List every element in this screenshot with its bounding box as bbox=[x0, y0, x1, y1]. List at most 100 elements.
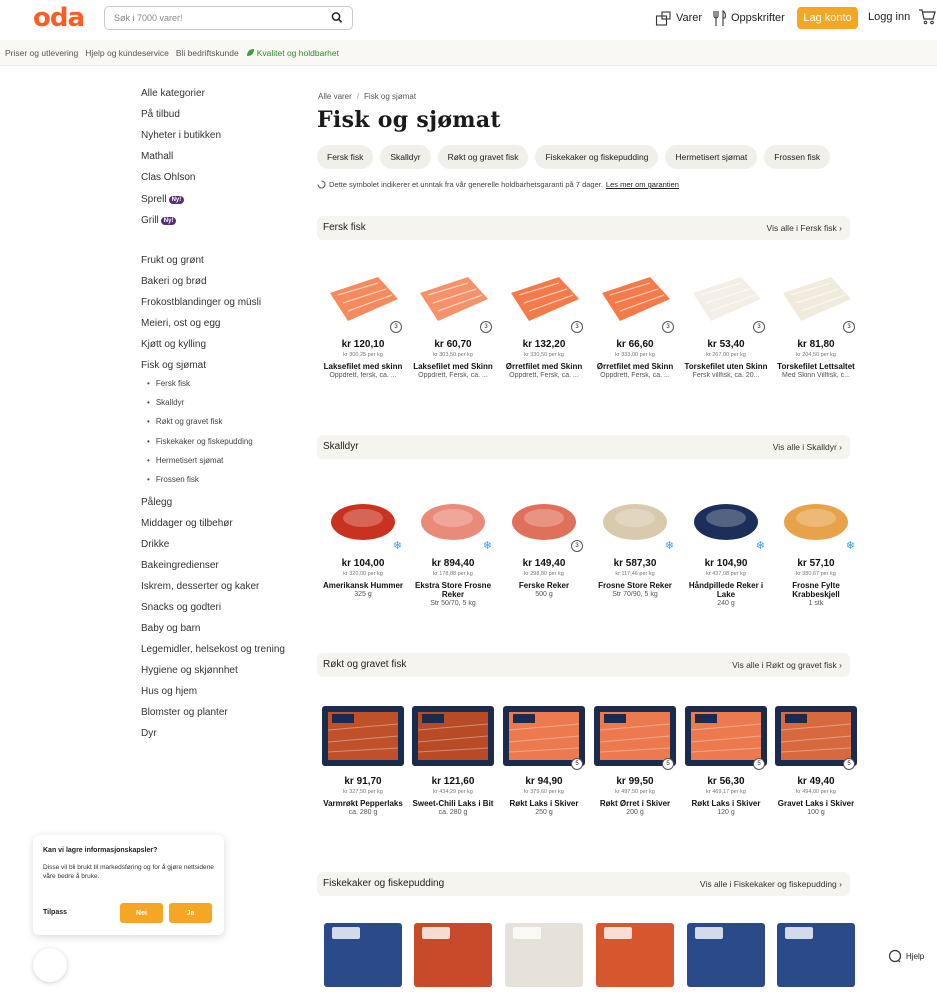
sidebar-item[interactable]: Dyr bbox=[141, 728, 157, 739]
product-card[interactable]: 3 kr 81,80 kr 204,50 per kg Torskefilet Let… bbox=[771, 263, 861, 379]
product-name[interactable]: Røkt Laks i Skiver bbox=[681, 799, 771, 808]
product-image[interactable]: 5 bbox=[771, 700, 861, 772]
category-chip[interactable]: Fersk fisk bbox=[317, 145, 374, 169]
sidebar-item[interactable]: Fisk og sjømat bbox=[141, 360, 206, 371]
product-image[interactable]: ❄ bbox=[408, 482, 498, 554]
product-card[interactable] bbox=[681, 919, 771, 991]
product-image[interactable] bbox=[318, 700, 408, 772]
product-name[interactable]: Ferske Reker bbox=[499, 581, 589, 590]
sidebar-item[interactable]: Middager og tilbehør bbox=[141, 518, 233, 529]
view-all-link[interactable]: Vis alle i Skalldyr › bbox=[773, 442, 842, 452]
product-card[interactable]: ❄ kr 57,10 kr 380,67 per kg Frosne Fylte Kr… bbox=[771, 482, 861, 607]
product-name[interactable]: Sweet-Chili Laks i Bit bbox=[408, 799, 498, 808]
product-name[interactable]: Amerikansk Hummer bbox=[318, 581, 408, 590]
product-card[interactable]: ❄ kr 587,30 kr 117,46 per kg Frosne Store R… bbox=[590, 482, 680, 598]
sidebar-item[interactable]: Kjøtt og kylling bbox=[141, 339, 206, 350]
sidebar-item[interactable]: På tilbud bbox=[141, 109, 180, 120]
sidebar-item[interactable]: Baby og barn bbox=[141, 623, 201, 634]
product-image[interactable]: 3 bbox=[408, 263, 498, 335]
subnav-link[interactable]: Bli bedriftskunde bbox=[176, 48, 239, 58]
product-image[interactable]: 3 bbox=[771, 263, 861, 335]
product-image[interactable] bbox=[499, 919, 589, 991]
product-image[interactable]: 5 bbox=[590, 700, 680, 772]
chat-bubble-button[interactable] bbox=[33, 948, 67, 982]
sidebar-item[interactable]: Clas Ohlson bbox=[141, 172, 195, 183]
logg-inn-link[interactable]: Logg inn bbox=[868, 11, 910, 23]
subnav-link[interactable]: Priser og utlevering bbox=[5, 48, 78, 58]
sidebar-item[interactable]: Drikke bbox=[141, 539, 169, 550]
sidebar-subitem[interactable]: Skalldyr bbox=[147, 398, 184, 407]
search-icon[interactable] bbox=[331, 11, 343, 25]
product-card[interactable]: 3 kr 66,60 kr 333,00 per kg Ørretfilet med … bbox=[590, 263, 680, 379]
sidebar-item[interactable]: Alle kategorier bbox=[141, 88, 205, 99]
product-image[interactable] bbox=[408, 919, 498, 991]
product-image[interactable]: ❄ bbox=[590, 482, 680, 554]
product-card[interactable] bbox=[408, 919, 498, 991]
product-image[interactable]: 3 bbox=[499, 482, 589, 554]
product-image[interactable] bbox=[318, 919, 408, 991]
sidebar-subitem[interactable]: Hermetisert sjømat bbox=[147, 456, 224, 465]
category-chip[interactable]: Frossen fisk bbox=[764, 145, 831, 169]
sidebar-item[interactable]: Meieri, ost og egg bbox=[141, 318, 221, 329]
product-card[interactable]: 3 kr 132,20 kr 330,50 per kg Ørretfilet med… bbox=[499, 263, 589, 379]
category-chip[interactable]: Røkt og gravet fisk bbox=[437, 145, 529, 169]
sidebar-item[interactable]: Iskrem, desserter og kaker bbox=[141, 581, 259, 592]
cookie-yes-button[interactable]: Ja bbox=[169, 903, 212, 923]
sidebar-item[interactable]: Nyheter i butikken bbox=[141, 130, 221, 141]
product-card[interactable] bbox=[590, 919, 680, 991]
lag-konto-button[interactable]: Lag konto bbox=[797, 7, 858, 29]
product-card[interactable] bbox=[771, 919, 861, 991]
help-button[interactable]: Hjelp bbox=[878, 946, 936, 966]
nav-varer[interactable]: Varer bbox=[655, 8, 702, 28]
product-image[interactable]: ❄ bbox=[318, 482, 408, 554]
product-name[interactable]: Ørretfilet med Skinn bbox=[590, 362, 680, 371]
sidebar-item[interactable]: Sprell Ny! bbox=[141, 194, 185, 205]
sidebar-item[interactable]: Mathall bbox=[141, 151, 173, 162]
view-all-link[interactable]: Vis alle i Røkt og gravet fisk › bbox=[732, 660, 842, 670]
product-name[interactable]: Varmrøkt Pepperlaks bbox=[318, 799, 408, 808]
product-name[interactable]: Røkt Laks i Skiver bbox=[499, 799, 589, 808]
search-input[interactable] bbox=[114, 13, 314, 23]
sidebar-item[interactable]: Bakeingredienser bbox=[141, 560, 219, 571]
product-name[interactable]: Torskefilet uten Skinn bbox=[681, 362, 771, 371]
product-name[interactable]: Torskefilet Lettsaltet bbox=[771, 362, 861, 371]
sidebar-item[interactable]: Hygiene og skjønnhet bbox=[141, 665, 238, 676]
product-name[interactable]: Laksefilet med skinn bbox=[318, 362, 408, 371]
view-all-link[interactable]: Vis alle i Fiskekaker og fiskepudding › bbox=[700, 879, 842, 889]
product-image[interactable]: 3 bbox=[499, 263, 589, 335]
sidebar-item[interactable]: Blomster og planter bbox=[141, 707, 228, 718]
breadcrumb-root[interactable]: Alle varer bbox=[318, 92, 352, 101]
category-chip[interactable]: Fiskekaker og fiskepudding bbox=[535, 145, 659, 169]
product-card[interactable]: kr 91,70 kr 327,50 per kg Varmrøkt Pepperl… bbox=[318, 700, 408, 816]
sidebar-item[interactable]: Pålegg bbox=[141, 497, 172, 508]
product-card[interactable]: kr 121,60 kr 434,29 per kg Sweet-Chili Lak… bbox=[408, 700, 498, 816]
product-card[interactable]: 3 kr 60,70 kr 303,50 per kg Laksefilet med … bbox=[408, 263, 498, 379]
product-name[interactable]: Laksefilet med Skinn bbox=[408, 362, 498, 371]
product-card[interactable]: ❄ kr 104,90 kr 437,08 per kg Håndpillede Re… bbox=[681, 482, 771, 607]
product-card[interactable]: 5 kr 56,30 kr 469,17 per kg Røkt Laks i Ski… bbox=[681, 700, 771, 816]
product-image[interactable] bbox=[681, 919, 771, 991]
product-image[interactable] bbox=[771, 919, 861, 991]
product-image[interactable]: ❄ bbox=[681, 482, 771, 554]
product-name[interactable]: Frosne Store Reker bbox=[590, 581, 680, 590]
product-image[interactable]: 5 bbox=[681, 700, 771, 772]
sidebar-subitem[interactable]: Fersk fisk bbox=[147, 379, 190, 388]
sidebar-item[interactable]: Hus og hjem bbox=[141, 686, 197, 697]
sidebar-item[interactable]: Grill Ny! bbox=[141, 215, 177, 226]
cookie-no-button[interactable]: Nei bbox=[120, 903, 163, 923]
sidebar-item[interactable]: Legemidler, helsekost og trening bbox=[141, 644, 285, 655]
sidebar-subitem[interactable]: Røkt og gravet fisk bbox=[147, 417, 223, 426]
guarantee-link[interactable]: Les mer om garantien bbox=[606, 180, 679, 189]
category-chip[interactable]: Skalldyr bbox=[380, 145, 431, 169]
product-image[interactable]: 3 bbox=[318, 263, 408, 335]
product-name[interactable]: Frosne Fylte Krabbeskjell bbox=[771, 581, 861, 599]
cookie-customize-link[interactable]: Tilpass bbox=[43, 909, 67, 916]
product-card[interactable]: 5 kr 99,50 kr 497,50 per kg Røkt Ørret i Sk… bbox=[590, 700, 680, 816]
product-card[interactable]: ❄ kr 104,00 kr 320,00 per kg Amerikansk Hum… bbox=[318, 482, 408, 598]
subnav-link[interactable]: Hjelp og kundeservice bbox=[85, 48, 169, 58]
product-name[interactable]: Ekstra Store Frosne Reker bbox=[408, 581, 498, 599]
sidebar-item[interactable]: Frokostblandinger og müsli bbox=[141, 297, 261, 308]
product-card[interactable] bbox=[499, 919, 589, 991]
search-box[interactable] bbox=[104, 6, 353, 30]
product-name[interactable]: Håndpillede Reker i Lake bbox=[681, 581, 771, 599]
